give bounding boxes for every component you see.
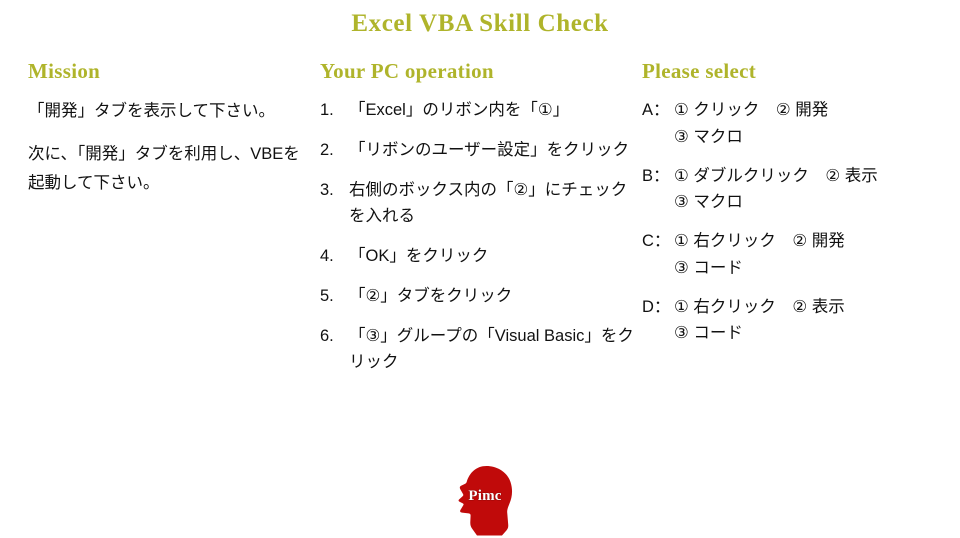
choice-key: A： [642,101,670,120]
operation-heading: Your PC operation [320,59,494,83]
choice-line-2: ③ コード [674,324,743,343]
choice-option-d[interactable]: D： ① 右クリック ② 表示 ③ コード [642,294,942,347]
operation-step: 4. 「OK」をクリック [320,243,636,270]
operation-step: 5. 「②」タブをクリック [320,283,636,310]
choice-line-1: ① 右クリック ② 開発 [674,232,845,251]
choice-option-c[interactable]: C： ① 右クリック ② 開発 ③ コード [642,228,942,281]
step-text: 「OK」をクリック [349,247,489,266]
step-number: 2. [320,140,334,159]
choice-line-2: ③ コード [674,258,743,277]
choice-key: C： [642,232,671,251]
choice-line-1: ① 右クリック ② 表示 [674,297,845,316]
step-number: 4. [320,247,334,266]
mission-paragraph: 「開発」タブを表示して下さい。 [28,102,276,121]
operation-step: 6. 「③」グループの「Visual Basic」をクリック [320,323,636,376]
choice-key: D： [642,297,671,316]
select-heading: Please select [642,59,757,83]
operation-step-list: 1. 「Excel」のリボン内を「①」 2. 「リボンのユーザー設定」をクリック… [320,97,636,376]
operation-column: Your PC operation 1. 「Excel」のリボン内を「①」 2.… [320,58,636,389]
operation-step: 2. 「リボンのユーザー設定」をクリック [320,137,636,164]
step-number: 3. [320,180,334,199]
step-text: 「リボンのユーザー設定」をクリック [349,140,630,159]
choice-list: A： ① クリック ② 開発 ③ マクロ B： ① ダブルクリック ② 表示 ③… [642,97,942,347]
mission-heading: Mission [28,59,101,83]
step-number: 1. [320,101,334,120]
operation-step: 3. 右側のボックス内の「②」にチェックを入れる [320,177,636,230]
step-number: 6. [320,326,334,345]
choice-line-2: ③ マクロ [674,193,743,212]
choice-option-a[interactable]: A： ① クリック ② 開発 ③ マクロ [642,97,942,150]
operation-step: 1. 「Excel」のリボン内を「①」 [320,97,636,124]
choice-line-2: ③ マクロ [674,127,743,146]
step-text: 「③」グループの「Visual Basic」をクリック [349,326,634,372]
page-title: Excel VBA Skill Check [351,10,609,37]
step-text: 右側のボックス内の「②」にチェックを入れる [349,180,628,226]
choice-key: B： [642,166,670,185]
step-number: 5. [320,286,334,305]
step-text: 「②」タブをクリック [349,286,513,305]
choice-option-b[interactable]: B： ① ダブルクリック ② 表示 ③ マクロ [642,163,942,216]
step-text: 「Excel」のリボン内を「①」 [349,101,570,120]
select-column: Please select A： ① クリック ② 開発 ③ マクロ B： ① … [642,58,942,359]
mission-column: Mission 「開発」タブを表示して下さい。 次に、「開発」タブを利用し、VB… [28,58,314,212]
head-silhouette-icon [458,466,513,536]
choice-line-1: ① クリック ② 開発 [674,101,829,120]
mission-paragraph: 次に、「開発」タブを利用し、VBEを起動して下さい。 [28,145,300,192]
brand-logo: Pimc [450,464,520,536]
choice-line-1: ① ダブルクリック ② 表示 [674,166,878,185]
